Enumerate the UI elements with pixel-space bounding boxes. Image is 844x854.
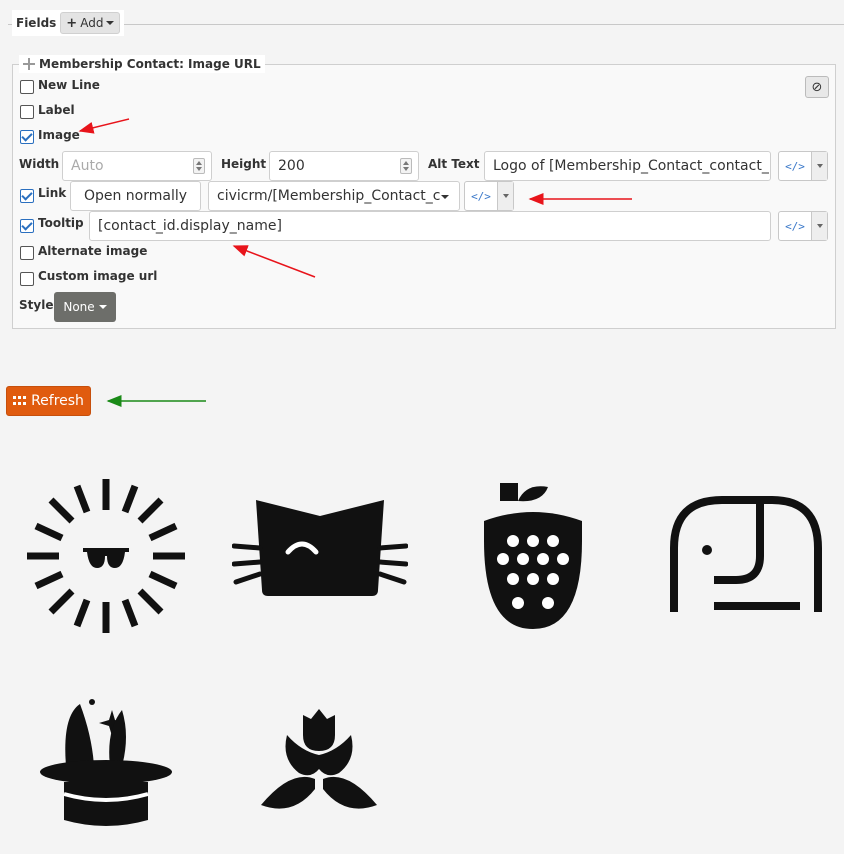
magic-hat-rabbit-logo[interactable] [38,696,174,832]
annotation-arrow-tooltip [232,245,316,278]
elephant-logo[interactable] [670,496,822,614]
raspberry-logo[interactable] [478,481,588,629]
cat-face-logo[interactable] [232,498,408,598]
sun-with-sunglasses-logo[interactable] [25,476,187,636]
flower-bouquet-logo[interactable] [261,709,377,813]
annotation-arrow-image [78,118,130,134]
